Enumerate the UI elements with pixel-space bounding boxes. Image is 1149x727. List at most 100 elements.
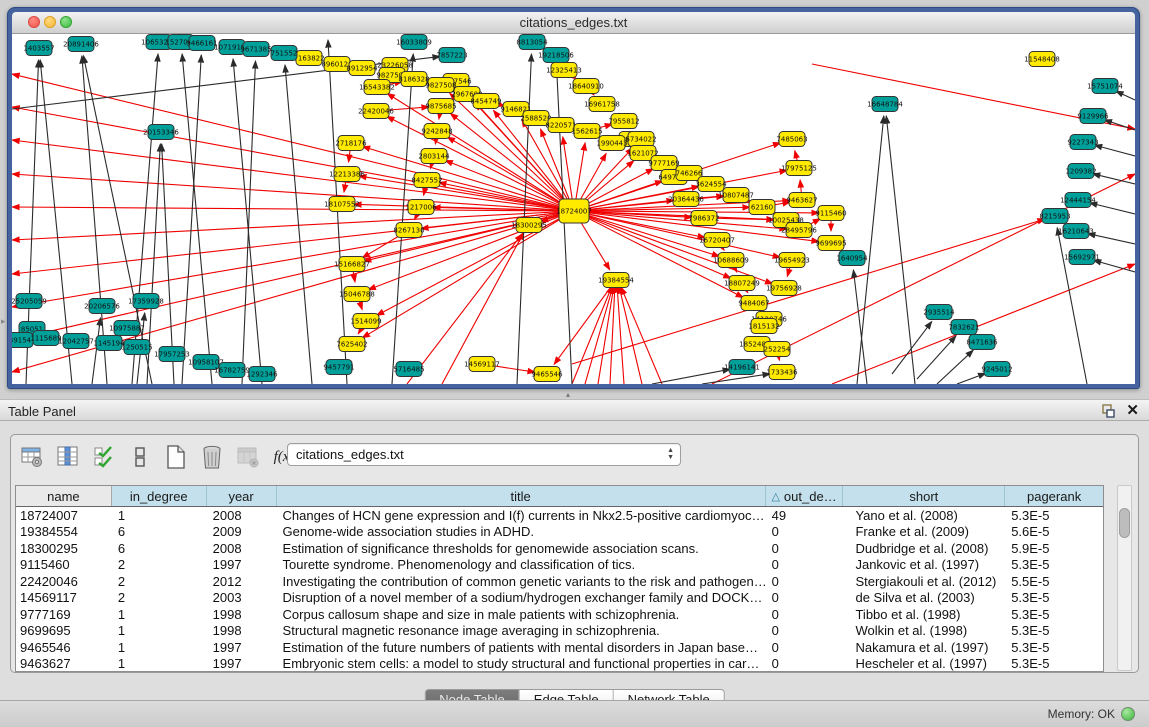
graph-node[interactable]: 18107552	[324, 197, 360, 212]
graph-node[interactable]: 22420046	[358, 104, 394, 119]
graph-node[interactable]: 9242848	[421, 124, 452, 139]
graph-node[interactable]: 1115689	[30, 331, 61, 346]
graph-node[interactable]: 1209382	[1065, 164, 1096, 179]
graph-node[interactable]: 7625402	[336, 337, 367, 352]
collapse-arrow-icon[interactable]: ▸	[1, 316, 6, 327]
graph-node[interactable]: 9671385	[240, 42, 271, 57]
column-header-title[interactable]: title	[277, 486, 766, 506]
graph-node[interactable]: 9465546	[531, 367, 563, 382]
graph-node[interactable]: 15046788	[339, 287, 375, 302]
graph-node[interactable]: 1640954	[836, 251, 868, 266]
graph-node[interactable]: 2803144	[418, 149, 450, 164]
graph-node[interactable]: 7832621	[948, 320, 979, 335]
graph-node[interactable]: 1562615	[571, 124, 602, 139]
window-titlebar[interactable]: citations_edges.txt	[12, 12, 1135, 34]
graph-node[interactable]: 8215953	[1039, 209, 1070, 224]
table-row[interactable]: 977716911998Corpus callosum shape and si…	[16, 606, 1103, 623]
column-header-name[interactable]: name	[16, 486, 112, 506]
graph-node[interactable]: 8471636	[966, 335, 998, 350]
table-row[interactable]: 1830029562008Estimation of significance …	[16, 540, 1103, 557]
table-row[interactable]: 1456911722003Disruption of a novel membe…	[16, 590, 1103, 607]
graph-node[interactable]: 9129966	[1077, 109, 1109, 124]
graph-node[interactable]: 6734022	[625, 132, 656, 147]
graph-node[interactable]: 3624554	[695, 177, 727, 192]
select-columns-button[interactable]	[55, 444, 81, 470]
graph-node[interactable]: 1815132	[748, 319, 779, 334]
row-height-button[interactable]	[127, 444, 153, 470]
graph-node[interactable]: 20206576	[84, 299, 120, 314]
graph-node[interactable]: 16782759	[214, 363, 250, 378]
column-header-pagerank[interactable]: pagerank	[1005, 486, 1103, 506]
graph-node[interactable]: 19384554	[598, 273, 634, 288]
graph-node[interactable]: 18300295	[511, 218, 547, 233]
graph-node[interactable]: 17359928	[128, 294, 164, 309]
table-row[interactable]: 946362711997Embryonic stem cells: a mode…	[16, 656, 1103, 673]
table-scrollbar[interactable]	[1117, 485, 1132, 671]
graph-node[interactable]: 2935514	[923, 305, 955, 320]
graph-node[interactable]: 9245012	[981, 362, 1012, 377]
float-panel-button[interactable]	[1100, 404, 1115, 419]
scrollbar-thumb[interactable]	[1119, 508, 1130, 538]
graph-node[interactable]: 16543382	[359, 80, 395, 95]
graph-node[interactable]: 1145194	[93, 336, 125, 351]
graph-node[interactable]: 28495796	[781, 223, 817, 238]
graph-node[interactable]: 10807487	[718, 188, 754, 203]
graph-node[interactable]: 20153346	[143, 125, 179, 140]
graph-node[interactable]: 11548408	[1024, 52, 1060, 67]
graph-node[interactable]: 9227343	[1067, 135, 1098, 150]
table-row[interactable]: 969969511998Structural magnetic resonanc…	[16, 623, 1103, 640]
graph-node[interactable]: 12213386	[329, 167, 365, 182]
graph-node[interactable]: 1990443	[596, 136, 627, 151]
graph-node[interactable]: 15166827	[334, 257, 370, 272]
table-row[interactable]: 946554611997Estimation of the future num…	[16, 639, 1103, 656]
column-header-in_degree[interactable]: in_degree	[112, 486, 207, 506]
graph-node[interactable]: 252254	[764, 342, 791, 357]
graph-node[interactable]: 8267130	[393, 223, 424, 238]
graph-node[interactable]: 12325413	[546, 63, 582, 78]
graph-node[interactable]: 8912954	[346, 61, 378, 76]
graph-node[interactable]: 10975887	[109, 321, 145, 336]
graph-node[interactable]: 18807249	[724, 276, 760, 291]
column-header-year[interactable]: year	[207, 486, 277, 506]
graph-node[interactable]: 1733436	[766, 365, 798, 380]
graph-node[interactable]: 1514099	[350, 314, 381, 329]
graph-node[interactable]: 1292346	[246, 367, 278, 382]
graph-node[interactable]: 25205059	[12, 294, 47, 309]
table-row[interactable]: 1872400712008Changes of HCN gene express…	[16, 507, 1103, 524]
graph-node[interactable]: 20891406	[63, 37, 99, 52]
network-graph[interactable]: 1872400718300295193845542322605898275091…	[12, 34, 1135, 384]
graph-node[interactable]: 20364436	[668, 192, 704, 207]
graph-node[interactable]: 16720407	[699, 233, 735, 248]
graph-node[interactable]: 1250515	[121, 340, 152, 355]
graph-node[interactable]: 10688609	[713, 253, 749, 268]
graph-node[interactable]: 9115460	[815, 206, 846, 221]
table-row[interactable]: 2242004622012Investigating the contribut…	[16, 573, 1103, 590]
graph-node[interactable]: 19654923	[774, 253, 810, 268]
graph-node[interactable]: 9484067	[738, 296, 769, 311]
delete-table-button-disabled[interactable]	[235, 444, 261, 470]
graph-node[interactable]: 1403557	[23, 41, 54, 56]
graph-node[interactable]: 16210643	[1058, 224, 1094, 239]
graph-node[interactable]: 15692971	[1064, 250, 1100, 265]
graph-node[interactable]: 9699695	[815, 236, 846, 251]
graph-node[interactable]: 17957253	[154, 347, 190, 362]
graph-node[interactable]: 1217006	[405, 200, 437, 215]
graph-node[interactable]: 9457791	[323, 360, 354, 375]
graph-node[interactable]: 7986372	[688, 211, 719, 226]
delete-rows-button[interactable]	[199, 444, 225, 470]
column-header-short[interactable]: short	[843, 486, 1005, 506]
graph-node[interactable]: 751552	[271, 46, 298, 61]
graph-node[interactable]: 9463627	[786, 193, 817, 208]
graph-node[interactable]: 18640910	[568, 79, 604, 94]
graph-node[interactable]: 18724007	[556, 199, 592, 223]
graph-node[interactable]: 2718176	[335, 136, 367, 151]
graph-node[interactable]: 14196141	[724, 360, 760, 375]
table-row[interactable]: 911546021997Tourette syndrome. Phenomeno…	[16, 557, 1103, 574]
select-rows-button[interactable]	[91, 444, 117, 470]
graph-node[interactable]: 7163822	[293, 51, 324, 66]
table-settings-button[interactable]	[19, 444, 45, 470]
graph-node[interactable]: 17975125	[781, 161, 817, 176]
graph-node[interactable]: 14569117	[464, 357, 500, 372]
graph-node[interactable]: 16033809	[396, 35, 432, 50]
graph-node[interactable]: 62160	[749, 200, 775, 215]
